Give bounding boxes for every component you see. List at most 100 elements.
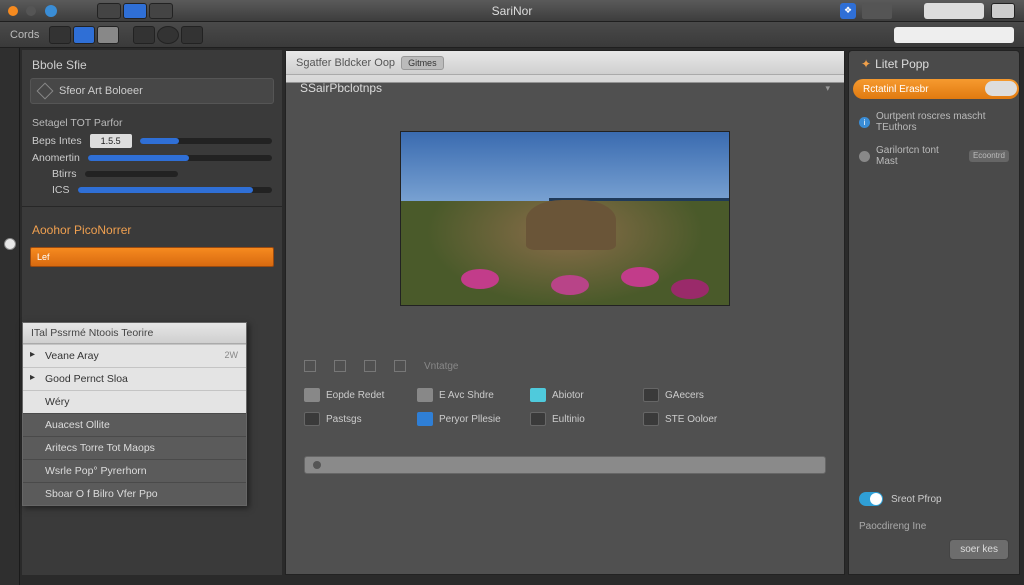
param-label: Beps Intes — [32, 135, 82, 147]
header-chip[interactable]: Gitmes — [401, 56, 444, 70]
action-grid: Eopde Redet E Avc Shdre Abiotor GAecers Pas… — [286, 378, 844, 426]
action-label: Pastsgs — [326, 414, 362, 425]
center-panel: Sgatfer Bldcker Oop Gitmes SSairPbclotnp… — [285, 50, 845, 575]
tool-button[interactable] — [73, 26, 95, 44]
action-icon — [417, 412, 433, 426]
tool-button[interactable] — [181, 26, 203, 44]
edit-icon — [37, 83, 54, 100]
param-row: Anomertin — [22, 150, 282, 166]
slider[interactable] — [85, 171, 179, 177]
tool-group — [49, 26, 119, 44]
tool-icon[interactable] — [334, 360, 346, 372]
action-button[interactable]: Abiotor — [530, 388, 625, 402]
action-label: STE Ooloer — [665, 414, 717, 425]
slider[interactable] — [78, 187, 272, 193]
footer-text: Paocdireng Ine — [859, 521, 926, 532]
tool-icon[interactable] — [364, 360, 376, 372]
apply-button[interactable]: soer kes — [949, 539, 1009, 560]
header-text: Sgatfer Bldcker Oop — [296, 57, 395, 69]
right-panel-header: ✦ Litet Popp — [849, 51, 1019, 77]
titlebar: SariNor ❖ — [0, 0, 1024, 22]
tool-icon[interactable] — [394, 360, 406, 372]
view-mode-button[interactable] — [149, 3, 173, 19]
action-button[interactable]: STE Ooloer — [643, 412, 738, 426]
preset-tag[interactable]: Rctatinl Erasbr — [853, 79, 1019, 99]
action-label: Eultinio — [552, 414, 585, 425]
action-icon — [643, 388, 659, 402]
toolbar-label: Vntatge — [424, 361, 458, 372]
window-dot-icon — [26, 6, 36, 16]
value-box[interactable]: 1.5.5 — [90, 134, 132, 148]
dropdown-item[interactable]: Auacest Ollite — [23, 413, 246, 436]
option-row: Garilortcn tont Mast Ecoontrd — [849, 139, 1019, 173]
app-title: SariNor — [492, 4, 533, 18]
action-label: E Avc Shdre — [439, 390, 494, 401]
toolbar: Cords — [0, 22, 1024, 48]
sidebar-section-title: Bbole Sfie — [22, 50, 282, 78]
right-panel: ✦ Litet Popp Rctatinl Erasbr i Ourtpent … — [848, 50, 1020, 575]
action-icon — [417, 388, 433, 402]
header-text: Litet Popp — [875, 57, 929, 71]
action-button[interactable]: Eopde Redet — [304, 388, 399, 402]
preview-image[interactable] — [400, 131, 730, 306]
field-label: Sfeor Art Boloeer — [59, 85, 143, 97]
action-icon — [304, 388, 320, 402]
sidebar-text-field[interactable]: Sfeor Art Boloeer — [30, 78, 274, 104]
search-input[interactable] — [894, 27, 1014, 43]
window-dot-icon — [8, 6, 18, 16]
toggle-pill[interactable] — [985, 81, 1017, 96]
action-button[interactable]: Pastsgs — [304, 412, 399, 426]
app-icon — [44, 4, 58, 18]
dropdown-item[interactable]: Veane Aray2W — [23, 344, 246, 367]
action-button[interactable]: Peryor Pllesie — [417, 412, 512, 426]
dropdown-item[interactable]: Wéry — [23, 390, 246, 413]
menu-button[interactable] — [991, 3, 1015, 19]
param-label: ICS — [52, 184, 70, 196]
ruler-knob[interactable] — [4, 238, 16, 250]
action-button[interactable]: E Avc Shdre — [417, 388, 512, 402]
dropdown-header: ITal Pssrmé Ntoois Teorire — [23, 323, 246, 344]
tool-button[interactable] — [49, 26, 71, 44]
option-label: Ourtpent roscres mascht TEuthors — [876, 111, 1009, 133]
progress-bar[interactable] — [304, 456, 826, 474]
dot-icon — [859, 151, 870, 162]
dropdown-item[interactable]: Aritecs Torre Tot Maops — [23, 436, 246, 459]
option-chip[interactable]: Ecoontrd — [969, 150, 1009, 162]
dropdown-item[interactable]: Sboar O f Bilro Vfer Ppo — [23, 482, 246, 505]
center-header: Sgatfer Bldcker Oop Gitmes — [286, 51, 844, 75]
slider[interactable] — [140, 138, 272, 144]
tool-button[interactable] — [97, 26, 119, 44]
tool-icon[interactable] — [304, 360, 316, 372]
action-label: GAecers — [665, 390, 704, 401]
dropdown-item[interactable]: Wsrle Pop° Pyrerhorn — [23, 459, 246, 482]
collapse-icon[interactable]: ▾ — [825, 83, 830, 94]
param-row: Btirrs — [22, 166, 282, 182]
action-button[interactable]: Eultinio — [530, 412, 625, 426]
param-row: ICS — [22, 182, 282, 198]
action-button[interactable]: GAecers — [643, 388, 738, 402]
vertical-ruler — [0, 48, 20, 585]
tool-button[interactable] — [157, 26, 179, 44]
tool-button[interactable] — [133, 26, 155, 44]
param-label: Anomertin — [32, 152, 80, 164]
action-label: Peryor Pllesie — [439, 414, 501, 425]
histogram-icon[interactable] — [862, 3, 892, 19]
right-panel-footer-row: Sreot Pfrop — [859, 492, 1009, 506]
toggle-switch[interactable] — [859, 492, 883, 506]
status-badge-icon[interactable]: ❖ — [840, 3, 856, 19]
view-mode-button[interactable] — [123, 3, 147, 19]
account-pill[interactable] — [924, 3, 984, 19]
sidebar-section-title: Aoohor PicoNorrer — [22, 215, 282, 243]
preset-strip[interactable]: Lef — [30, 247, 274, 267]
option-row: i Ourtpent roscres mascht TEuthors — [849, 105, 1019, 139]
center-subheader: SSairPbclotnps ▾ — [286, 75, 844, 101]
view-mode-button[interactable] — [97, 3, 121, 19]
action-icon — [304, 412, 320, 426]
action-label: Eopde Redet — [326, 390, 384, 401]
param-row: Beps Intes 1.5.5 — [22, 132, 282, 150]
dropdown-item[interactable]: Good Pernct Sloa — [23, 367, 246, 390]
preview-toolbar: Vntatge — [286, 326, 844, 378]
action-icon — [530, 412, 546, 426]
slider[interactable] — [88, 155, 272, 161]
param-label: Btirrs — [52, 168, 77, 180]
